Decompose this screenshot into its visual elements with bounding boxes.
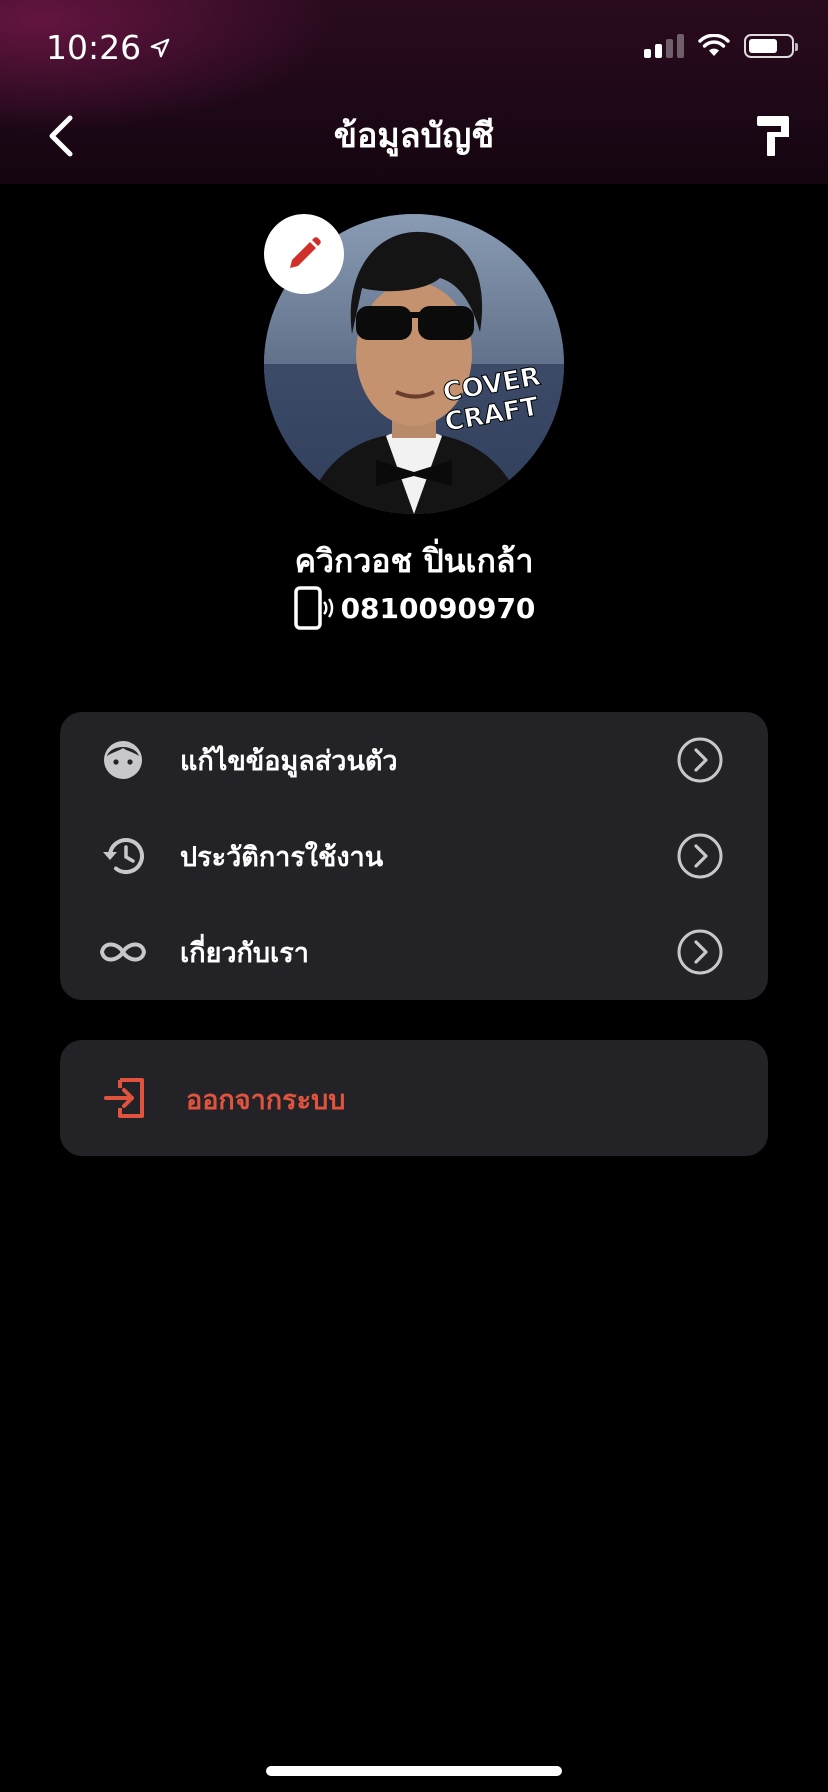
mobile-phone-icon: [293, 586, 333, 630]
status-bar-indicators: [644, 34, 798, 58]
location-arrow-icon: [150, 38, 170, 57]
theme-button[interactable]: [748, 110, 798, 162]
menu-item-label: เกี่ยวกับเรา: [180, 937, 309, 969]
menu-item-about-us[interactable]: เกี่ยวกับเรา: [60, 904, 768, 1000]
history-icon: [98, 831, 148, 881]
logout-button[interactable]: ออกจากระบบ: [60, 1040, 768, 1156]
page-title: ข้อมูลบัญชี: [333, 116, 495, 156]
menu-item-label: แก้ไขข้อมูลส่วนตัว: [180, 745, 398, 777]
paint-roller-icon: [757, 116, 789, 156]
menu-card: แก้ไขข้อมูลส่วนตัว ประวัติการใช้งาน เกี่…: [60, 712, 768, 1000]
logout-label: ออกจากระบบ: [186, 1085, 346, 1116]
status-time-text: 10:26: [46, 28, 142, 67]
phone-row: 0810090970: [0, 586, 828, 630]
status-bar-time: 10:26: [46, 28, 171, 67]
infinity-icon: [98, 927, 148, 977]
face-icon: [98, 735, 148, 785]
menu-item-label: ประวัติการใช้งาน: [180, 841, 384, 873]
menu-item-edit-profile[interactable]: แก้ไขข้อมูลส่วนตัว: [60, 712, 768, 808]
user-name: ควิกวอช ปิ่นเกล้า: [294, 542, 534, 580]
logout-icon: [104, 1078, 144, 1118]
pencil-icon: [290, 237, 321, 268]
battery-icon: [744, 34, 798, 58]
edit-avatar-button[interactable]: [264, 214, 344, 294]
wifi-icon: [698, 34, 730, 56]
menu-item-usage-history[interactable]: ประวัติการใช้งาน: [60, 808, 768, 904]
chevron-right-circle-icon: [676, 832, 724, 880]
phone-number: 0810090970: [340, 591, 536, 625]
home-indicator[interactable]: [266, 1766, 562, 1776]
cellular-signal-icon: [644, 34, 684, 58]
chevron-right-circle-icon: [676, 736, 724, 784]
chevron-right-circle-icon: [676, 928, 724, 976]
